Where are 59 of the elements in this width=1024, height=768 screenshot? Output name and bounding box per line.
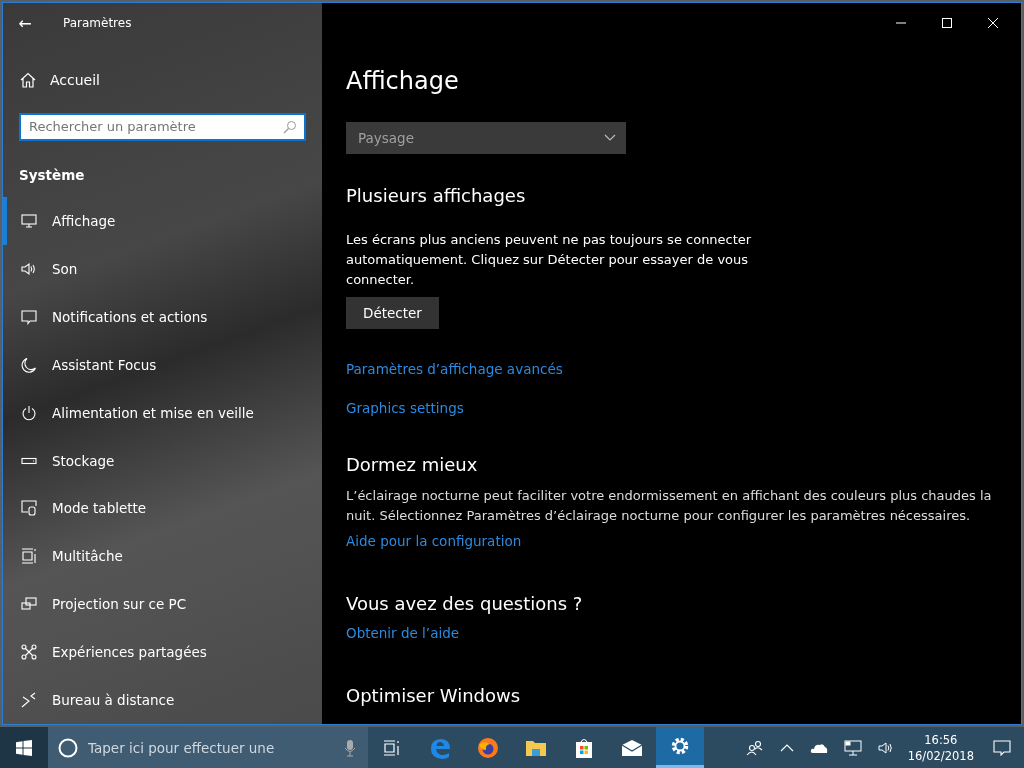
close-icon[interactable]: [987, 17, 999, 29]
volume-icon[interactable]: [877, 740, 894, 755]
home-icon: [20, 71, 36, 88]
circle-icon[interactable]: [58, 737, 78, 758]
nav-item[interactable]: Notifications et actions: [3, 292, 322, 341]
section-heading: Optimiser Windows: [346, 685, 521, 707]
maximize-icon[interactable]: [941, 17, 953, 29]
orientation-dropdown[interactable]: Paysage: [346, 122, 626, 154]
moon-icon: [21, 356, 37, 373]
search-field[interactable]: Rechercher un paramètre: [19, 112, 306, 141]
start-button[interactable]: [0, 727, 48, 768]
multitask-icon: [21, 548, 37, 565]
clock-date: 16/02/2018: [907, 747, 974, 764]
nav-item[interactable]: Affichage: [3, 196, 322, 245]
chevron-up-icon[interactable]: [779, 743, 794, 752]
nav-item[interactable]: Assistant Focus: [3, 340, 322, 389]
sound-icon: [21, 260, 37, 277]
nav-item[interactable]: Bureau à distance: [3, 676, 322, 725]
section-heading: Système: [19, 166, 86, 183]
search-icon: [283, 119, 297, 134]
taskbar-app-button[interactable]: [656, 727, 704, 768]
taskbar-search-box[interactable]: Taper ici pour effectuer une: [48, 727, 368, 768]
nav-item[interactable]: Stockage: [3, 436, 322, 485]
chevron-down-icon: [604, 134, 616, 142]
clock-time: 16:56: [924, 731, 958, 748]
window-title: Paramètres: [63, 16, 132, 30]
display-icon: [21, 212, 37, 229]
nav-item[interactable]: Expériences partagées: [3, 628, 322, 677]
nav-item[interactable]: Son: [3, 244, 322, 293]
taskbar-search-field[interactable]: Taper ici pour effectuer une: [86, 738, 336, 757]
section-heading: Vous avez des questions ?: [346, 593, 583, 615]
nav-item[interactable]: Mode tablette: [3, 484, 322, 533]
windows-logo-icon: [16, 739, 32, 756]
nav-item[interactable]: Projection sur ce PC: [3, 580, 322, 629]
description-text: L’éclairage nocturne peut faciliter votre endormissement en affichant des couleurs plus chaudes la nuit. Sélectionnez Paramètres d’éclairage nocturne pour configurer les paramètres nécessaires.: [346, 487, 993, 525]
taskbar-clock[interactable]: 16:56 16/02/2018: [907, 731, 974, 764]
tablet-icon: [21, 500, 37, 517]
settings-link[interactable]: Paramètres d’affichage avancés: [346, 361, 563, 377]
nav-item[interactable]: Multitâche: [3, 532, 322, 581]
task-view-icon[interactable]: [383, 739, 401, 756]
settings-link[interactable]: Graphics settings: [346, 400, 464, 416]
detect-button[interactable]: Détecter: [346, 297, 439, 329]
page-title: Affichage: [346, 67, 460, 95]
back-button[interactable]: ←: [3, 3, 47, 43]
microphone-icon[interactable]: [344, 738, 356, 757]
settings-link[interactable]: Aide pour la configuration: [346, 533, 522, 549]
nav-item[interactable]: Alimentation et mise en veille: [3, 388, 322, 437]
firefox-icon: [476, 735, 500, 760]
home-item[interactable]: Accueil: [20, 63, 322, 97]
notification-icon[interactable]: [993, 739, 1011, 756]
settings-link[interactable]: Obtenir de l’aide: [346, 625, 460, 641]
cloud-icon[interactable]: [809, 741, 828, 754]
section-heading: Dormez mieux: [346, 454, 478, 476]
notify-icon: [21, 308, 37, 325]
description-text: Les écrans plus anciens peuvent ne pas toujours se connecter automatiquement. Cliquez sur Détecter pour essayer de vous connecter.: [346, 231, 753, 289]
power-icon: [21, 404, 37, 421]
network-icon[interactable]: [843, 739, 862, 756]
section-heading: Plusieurs affichages: [346, 185, 526, 207]
people-icon[interactable]: [745, 739, 764, 756]
